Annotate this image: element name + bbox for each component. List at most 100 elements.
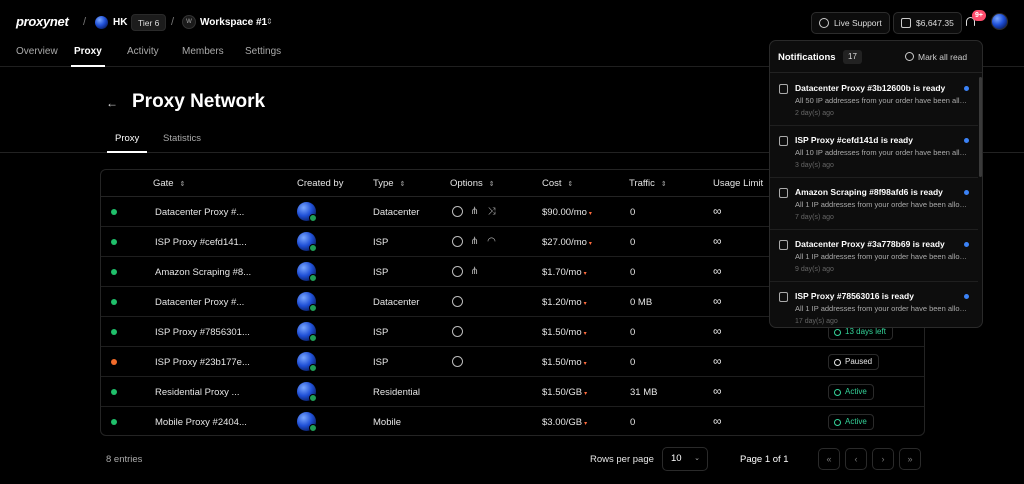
sort-icon[interactable]: ⇕ [568, 180, 574, 188]
cost-value: $1.20/mo [542, 297, 582, 308]
gate-name[interactable]: Datacenter Proxy #... [155, 207, 244, 218]
status-badge: Paused [828, 354, 880, 370]
logo[interactable]: proxynet [16, 14, 69, 29]
traffic-value: 0 [630, 207, 636, 218]
notification-time: 3 day(s) ago [795, 162, 834, 169]
usage-limit-value: ∞ [713, 354, 722, 368]
column-header-gate[interactable]: Gate ⇕ [153, 178, 185, 189]
proxy-type: ISP [373, 267, 389, 278]
mark-all-read-button[interactable]: Mark all read [905, 52, 967, 62]
column-header-traffic[interactable]: Traffic ⇕ [629, 178, 667, 189]
status-dot [111, 209, 117, 215]
next-page-button[interactable]: › [872, 448, 894, 470]
online-indicator [309, 274, 317, 282]
globe-icon [452, 236, 463, 247]
status-dot [111, 299, 117, 305]
wallet-icon [901, 18, 911, 28]
gate-name[interactable]: ISP Proxy #23b177e... [155, 357, 250, 368]
proxy-type: Mobile [373, 417, 401, 428]
proxy-type: ISP [373, 357, 389, 368]
globe-icon [452, 206, 463, 217]
page-title: Proxy Network [132, 91, 266, 112]
rows-per-page-select[interactable]: 10 ⌄ [662, 447, 708, 471]
traffic-value: 0 [630, 327, 636, 338]
notification-item[interactable]: Datacenter Proxy #3a778b69 is ready All 1… [770, 230, 978, 282]
table-row[interactable]: ISP Proxy #23b177e... ISP $1.50/mo ▾ 0 ∞ Pause… [101, 347, 924, 377]
gate-name[interactable]: Residential Proxy ... [155, 387, 239, 398]
creator-avatar [297, 322, 317, 342]
status-dot [111, 389, 117, 395]
gate-name[interactable]: Mobile Proxy #2404... [155, 417, 247, 428]
cost-cell: $3.00/GB ▾ [542, 417, 587, 428]
notification-body: All 1 IP addresses from your order have … [795, 252, 970, 261]
region-globe-icon [95, 16, 108, 29]
cost-cell: $1.50/mo ▾ [542, 327, 587, 338]
creator-avatar [297, 292, 317, 312]
status-dot [111, 269, 117, 275]
status-dot [111, 359, 117, 365]
usage-limit-value: ∞ [713, 234, 722, 248]
online-indicator [309, 334, 317, 342]
tab-overview[interactable]: Overview [16, 46, 58, 67]
trend-down-icon: ▾ [583, 331, 587, 337]
server-icon [779, 292, 788, 302]
top-bar: proxynet / HK Tier 6 / W Workspace #1 ⇕ … [0, 0, 1024, 44]
trend-down-icon: ▾ [584, 391, 588, 397]
shuffle-icon: ⤨ [487, 206, 496, 217]
notification-body: All 50 IP addresses from your order have… [795, 96, 970, 105]
back-arrow-icon[interactable]: ← [106, 96, 118, 110]
table-row[interactable]: Mobile Proxy #2404... Mobile $3.00/GB ▾ 0 ∞ Ac… [101, 407, 924, 435]
table-row[interactable]: Residential Proxy ... Residential $1.50/GB… [101, 377, 924, 407]
cost-cell: $1.50/GB ▾ [542, 387, 587, 398]
chevron-up-down-icon[interactable]: ⇕ [266, 17, 273, 26]
avatar[interactable] [991, 13, 1008, 30]
notification-item[interactable]: Datacenter Proxy #3b12600b is ready All 5… [770, 74, 978, 126]
subtab-statistics[interactable]: Statistics [163, 133, 201, 153]
region-label[interactable]: HK [113, 17, 127, 28]
column-header-type[interactable]: Type ⇕ [373, 178, 405, 189]
online-indicator [309, 424, 317, 432]
sort-icon[interactable]: ⇕ [661, 180, 667, 188]
column-header-options[interactable]: Options ⇕ [450, 178, 495, 189]
gate-name[interactable]: Amazon Scraping #8... [155, 267, 251, 278]
globe-icon [452, 326, 463, 337]
gate-name[interactable]: ISP Proxy #7856301... [155, 327, 250, 338]
usage-limit-value: ∞ [713, 384, 722, 398]
proxy-type: ISP [373, 237, 389, 248]
live-support-button[interactable]: Live Support [811, 12, 890, 34]
creator-avatar [297, 202, 317, 222]
traffic-value: 31 MB [630, 387, 658, 398]
subtab-proxy[interactable]: Proxy [107, 133, 148, 153]
notification-item[interactable]: ISP Proxy #cefd141d is ready All 10 IP ad… [770, 126, 978, 178]
unread-dot [964, 190, 969, 195]
traffic-value: 0 MB [630, 297, 653, 308]
creator-avatar [297, 382, 317, 402]
sort-icon[interactable]: ⇕ [180, 180, 186, 188]
gate-name[interactable]: ISP Proxy #cefd141... [155, 237, 247, 248]
tab-members[interactable]: Members [182, 46, 224, 67]
globe-icon [452, 356, 463, 367]
first-page-button[interactable]: « [818, 448, 840, 470]
cost-cell: $1.20/mo ▾ [542, 297, 587, 308]
tab-settings[interactable]: Settings [245, 46, 281, 67]
notification-item[interactable]: Amazon Scraping #8f98afd6 is ready All 1 … [770, 178, 978, 230]
notification-item[interactable]: ISP Proxy #78563016 is ready All 1 IP add… [770, 282, 978, 327]
gate-name[interactable]: Datacenter Proxy #... [155, 297, 244, 308]
traffic-value: 0 [630, 357, 636, 368]
sort-icon[interactable]: ⇕ [400, 180, 406, 188]
usage-limit-value: ∞ [713, 264, 722, 278]
prev-page-button[interactable]: ‹ [845, 448, 867, 470]
sort-icon[interactable]: ⇕ [489, 180, 495, 188]
breadcrumb-separator: / [171, 16, 175, 28]
notifications-panel: Notifications 17 Mark all read Datacente… [769, 40, 983, 328]
balance-button[interactable]: $6,647.35 [893, 12, 962, 34]
column-header-cost[interactable]: Cost ⇕ [542, 178, 573, 189]
creator-avatar [297, 352, 317, 372]
last-page-button[interactable]: » [899, 448, 921, 470]
tab-proxy[interactable]: Proxy [71, 46, 105, 67]
notification-title: ISP Proxy #cefd141d is ready [795, 135, 913, 145]
notifications-scrollbar[interactable] [979, 77, 982, 177]
notifications-title: Notifications [778, 52, 836, 63]
workspace-selector[interactable]: Workspace #1 [200, 17, 267, 28]
tab-activity[interactable]: Activity [127, 46, 159, 67]
